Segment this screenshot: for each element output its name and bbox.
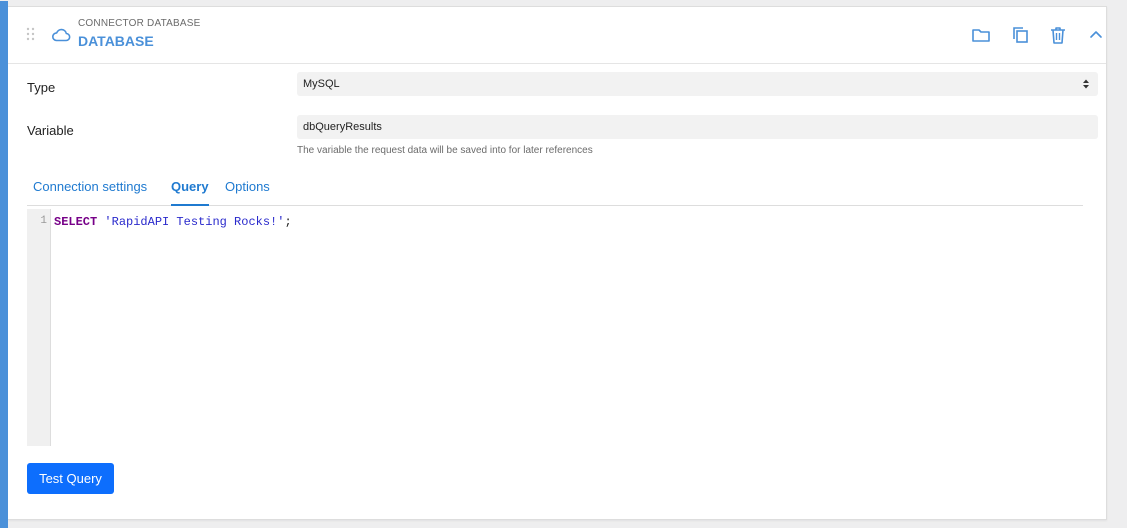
tab-query[interactable]: Query xyxy=(171,179,209,206)
select-arrows-icon xyxy=(1082,78,1090,90)
header-subtitle: CONNECTOR DATABASE xyxy=(78,18,201,29)
test-query-button[interactable]: Test Query xyxy=(27,463,114,494)
code-line[interactable]: SELECT 'RapidAPI Testing Rocks!'; xyxy=(54,215,292,229)
tab-connection-settings[interactable]: Connection settings xyxy=(33,179,147,204)
variable-help-text: The variable the request data will be sa… xyxy=(297,145,593,156)
chevron-up-icon[interactable] xyxy=(1085,24,1107,46)
trash-icon[interactable] xyxy=(1047,24,1069,46)
type-select[interactable]: MySQL xyxy=(297,72,1098,96)
header-title: DATABASE xyxy=(78,33,154,49)
tab-bar: Connection settings Query Options xyxy=(27,177,1083,206)
card-header: CONNECTOR DATABASE DATABASE xyxy=(8,7,1106,64)
sql-keyword: SELECT xyxy=(54,215,98,229)
connector-card: CONNECTOR DATABASE DATABASE Type MySQL V… xyxy=(0,1,1107,528)
tab-options[interactable]: Options xyxy=(225,179,270,204)
sql-string: 'RapidAPI Testing Rocks!' xyxy=(104,215,285,229)
drag-handle-icon[interactable] xyxy=(26,27,36,41)
editor-gutter: 1 xyxy=(27,209,51,446)
query-editor[interactable]: 1 SELECT 'RapidAPI Testing Rocks!'; xyxy=(27,209,1083,446)
type-select-value: MySQL xyxy=(303,78,340,90)
sql-terminator: ; xyxy=(284,215,292,229)
variable-input-value: dbQueryResults xyxy=(303,121,382,133)
cloud-icon xyxy=(51,26,71,44)
type-label: Type xyxy=(27,80,56,95)
variable-input[interactable]: dbQueryResults xyxy=(297,115,1098,139)
folder-icon[interactable] xyxy=(970,24,992,46)
variable-label: Variable xyxy=(27,123,74,138)
line-number: 1 xyxy=(40,215,47,227)
accent-bar xyxy=(0,1,8,528)
copy-icon[interactable] xyxy=(1009,24,1031,46)
